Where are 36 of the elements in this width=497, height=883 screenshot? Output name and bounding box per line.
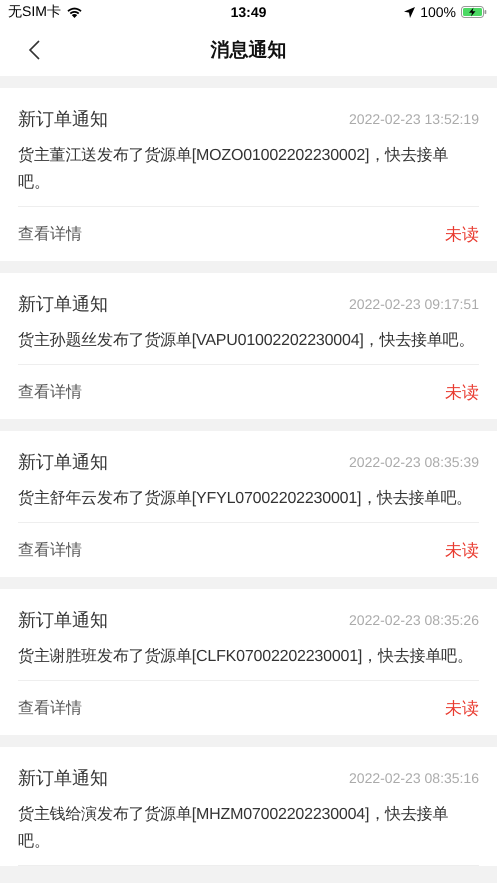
- read-status: 未读: [445, 540, 479, 562]
- message-time: 2022-02-23 08:35:16: [349, 770, 479, 786]
- message-card[interactable]: 新订单通知 2022-02-23 08:35:26 货主谢胜班发布了货源单[CLFK07002202230001]，快去接单吧。 查看详情 未读: [0, 589, 497, 735]
- message-time: 2022-02-23 13:52:19: [349, 111, 479, 127]
- message-text: 货主谢胜班发布了货源单[CLFK07002202230001]，快去接单吧。: [18, 643, 479, 681]
- read-status: 未读: [445, 224, 479, 246]
- view-details-link[interactable]: 查看详情: [18, 382, 82, 402]
- battery-percent: 100%: [420, 4, 456, 20]
- read-status: 未读: [445, 698, 479, 720]
- page-title: 消息通知: [210, 38, 286, 63]
- message-text: 货主钱给演发布了货源单[MHZM07002202230004]，快去接单吧。: [18, 801, 479, 866]
- message-card[interactable]: 新订单通知 2022-02-23 08:35:39 货主舒年云发布了货源单[YFYL07002202230001]，快去接单吧。 查看详情 未读: [0, 431, 497, 577]
- wifi-icon: [66, 6, 83, 18]
- clock-time: 13:49: [230, 4, 268, 20]
- message-time: 2022-02-23 08:35:26: [349, 612, 479, 628]
- message-card[interactable]: 新订单通知 2022-02-23 09:17:51 货主孙题丝发布了货源单[VAPU01002202230004]，快去接单吧。 查看详情 未读: [0, 273, 497, 419]
- message-title: 新订单通知: [18, 609, 108, 632]
- message-title: 新订单通知: [18, 293, 108, 316]
- battery-charging-icon: [461, 6, 487, 18]
- message-text: 货主孙题丝发布了货源单[VAPU01002202230004]，快去接单吧。: [18, 327, 479, 365]
- message-title: 新订单通知: [18, 451, 108, 474]
- message-time: 2022-02-23 09:17:51: [349, 296, 479, 312]
- message-card[interactable]: 新订单通知 2022-02-23 08:35:16 货主钱给演发布了货源单[MHZM07002202230004]，快去接单吧。: [0, 747, 497, 866]
- view-details-link[interactable]: 查看详情: [18, 224, 82, 244]
- back-icon[interactable]: [28, 40, 40, 60]
- message-title: 新订单通知: [18, 108, 108, 131]
- carrier-text: 无SIM卡: [8, 3, 61, 21]
- message-time: 2022-02-23 08:35:39: [349, 454, 479, 470]
- view-details-link[interactable]: 查看详情: [18, 540, 82, 560]
- message-title: 新订单通知: [18, 767, 108, 790]
- message-text: 货主舒年云发布了货源单[YFYL07002202230001]，快去接单吧。: [18, 485, 479, 523]
- location-arrow-icon: [404, 6, 416, 18]
- message-text: 货主董江送发布了货源单[MOZO01002202230002]，快去接单吧。: [18, 142, 479, 207]
- read-status: 未读: [445, 382, 479, 404]
- view-details-link[interactable]: 查看详情: [18, 698, 82, 718]
- message-card[interactable]: 新订单通知 2022-02-23 13:52:19 货主董江送发布了货源单[MOZO01002202230002]，快去接单吧。 查看详情 未读: [0, 88, 497, 261]
